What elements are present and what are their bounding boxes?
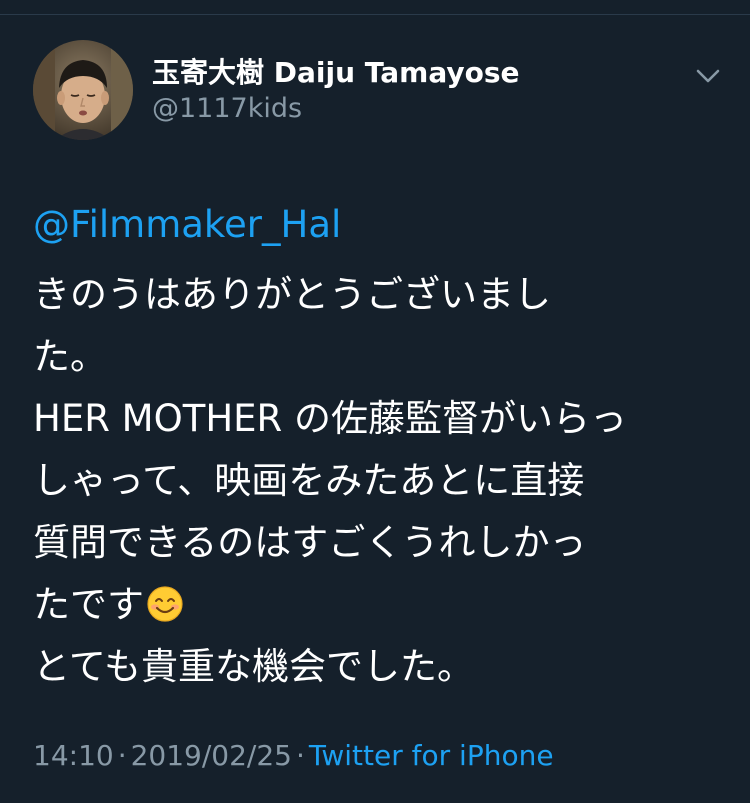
tweet-source-link[interactable]: Twitter for iPhone — [309, 739, 554, 772]
tweet-line: とても貴重な機会でした。 — [33, 645, 475, 688]
tweet-time[interactable]: 14:10 — [33, 739, 114, 772]
tweet-card: 玉寄大樹 Daiju Tamayose @1117kids @Filmmaker… — [0, 0, 750, 803]
author-handle[interactable]: @1117kids — [152, 92, 520, 126]
meta-separator: · — [296, 739, 305, 772]
avatar[interactable] — [33, 40, 133, 140]
tweet-menu-button[interactable] — [694, 62, 722, 90]
tweet-line: 質問できるのはすごくうれしかっ — [33, 521, 587, 564]
meta-separator: · — [117, 739, 127, 772]
avatar-photo — [33, 40, 133, 140]
tweet-meta: 14:10 · 2019/02/25 · Twitter for iPhone — [33, 738, 554, 774]
tweet-line: た。 — [33, 335, 107, 378]
tweet-line: HER MOTHER の佐藤監督がいらっ — [33, 397, 627, 440]
tweet-line: しゃって、映画をみたあとに直接 — [33, 459, 585, 502]
mention-link[interactable]: @Filmmaker_Hal — [33, 194, 723, 256]
tweet-text: @Filmmaker_Hal きのうはありがとうございまし た。 HER MOT… — [33, 194, 723, 698]
tweet-line-with-emoji: たです — [33, 574, 723, 636]
tweet-line-text: たです — [33, 583, 144, 626]
chevron-down-icon — [696, 69, 720, 83]
tweet-line: きのうはありがとうございまし — [33, 273, 551, 316]
tweet-date[interactable]: 2019/02/25 — [131, 739, 292, 772]
author-display-name[interactable]: 玉寄大樹 Daiju Tamayose — [152, 56, 520, 90]
author-block: 玉寄大樹 Daiju Tamayose @1117kids — [152, 56, 520, 126]
smiling-face-emoji-icon — [147, 586, 183, 622]
